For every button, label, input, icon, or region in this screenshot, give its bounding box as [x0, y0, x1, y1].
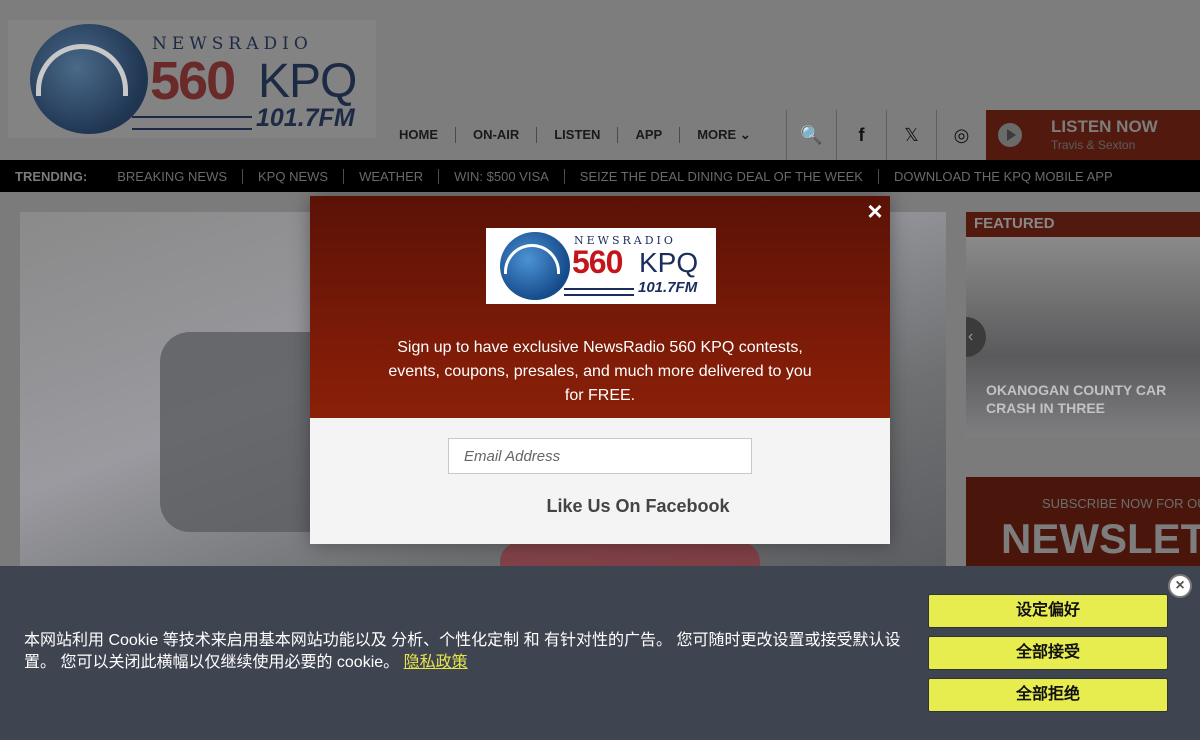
privacy-policy-link[interactable]: 隐私政策 [404, 654, 468, 671]
nav-more-label: MORE [697, 127, 737, 142]
newsletter-subtitle: SUBSCRIBE NOW FOR OUR [1042, 496, 1200, 511]
featured-caption[interactable]: OKANOGAN COUNTY CAR CRASH IN THREE [986, 381, 1200, 417]
site-header: NEWSRADIO 560 KPQ 101.7FM HOME ON-AIR LI… [0, 0, 1200, 160]
newsletter-title: NEWSLETTE [1001, 515, 1200, 562]
cookie-message: 本网站利用 Cookie 等技术来启用基本网站功能以及 分析、个性化定制 和 有… [24, 630, 906, 674]
logo-callsign: KPQ [258, 55, 357, 108]
waves-icon [564, 288, 634, 296]
listen-now-button[interactable]: LISTEN NOW Travis & Sexton [986, 110, 1200, 160]
cookie-banner: × 本网站利用 Cookie 等技术来启用基本网站功能以及 分析、个性化定制 和… [0, 566, 1200, 740]
nav-on-air[interactable]: ON-AIR [456, 127, 538, 143]
chevron-down-icon: ⌄ [739, 127, 751, 142]
listen-now-show: Travis & Sexton [1051, 138, 1136, 152]
cookie-preferences-button[interactable]: 设定偏好 [928, 594, 1168, 628]
close-icon[interactable]: × [862, 198, 888, 224]
x-icon[interactable]: 𝕏 [886, 110, 936, 160]
signup-modal: × NEWSRADIO 560 KPQ 101.7FM Sign up to h… [310, 196, 890, 544]
listen-now-title: LISTEN NOW [1051, 117, 1158, 136]
search-icon[interactable]: 🔍 [786, 110, 836, 160]
modal-logo: NEWSRADIO 560 KPQ 101.7FM [486, 228, 716, 304]
play-icon [998, 123, 1022, 147]
featured-heading: FEATURED [966, 212, 1200, 237]
trending-item[interactable]: WIN: $500 VISA [439, 168, 565, 184]
waves-icon [132, 116, 252, 130]
trending-item[interactable]: DOWNLOAD THE KPQ MOBILE APP [879, 169, 1128, 184]
logo-frequency: 101.7FM [638, 279, 698, 296]
trending-label: TRENDING: [15, 168, 88, 184]
nav-more[interactable]: MORE ⌄ [680, 127, 768, 143]
nav-listen[interactable]: LISTEN [537, 127, 619, 143]
trending-item[interactable]: BREAKING NEWS [102, 168, 244, 184]
station-logo[interactable]: NEWSRADIO 560 KPQ 101.7FM [8, 20, 376, 138]
nav-app[interactable]: APP [618, 127, 681, 143]
logo-number: 560 [572, 244, 623, 280]
nav-icon-bar: 🔍 f 𝕏 ◎ [786, 110, 986, 160]
logo-callsign: KPQ [639, 247, 699, 278]
facebook-like-link[interactable]: Like Us On Facebook [310, 496, 966, 517]
trending-item[interactable]: SEIZE THE DEAL DINING DEAL OF THE WEEK [565, 168, 879, 184]
trending-item[interactable]: WEATHER [344, 168, 440, 184]
logo-number: 560 [150, 51, 236, 111]
email-field[interactable] [448, 438, 752, 474]
facebook-icon[interactable]: f [836, 110, 886, 160]
cookie-accept-all-button[interactable]: 全部接受 [928, 636, 1168, 670]
close-icon[interactable]: × [1168, 574, 1192, 598]
modal-description: Sign up to have exclusive NewsRadio 560 … [388, 339, 812, 404]
nav-home[interactable]: HOME [382, 127, 456, 143]
logo-frequency: 101.7FM [256, 104, 355, 132]
trending-item[interactable]: KPQ NEWS [243, 168, 345, 184]
cookie-reject-all-button[interactable]: 全部拒绝 [928, 678, 1168, 712]
modal-header: × NEWSRADIO 560 KPQ 101.7FM Sign up to h… [310, 196, 890, 418]
trending-bar: TRENDING: BREAKING NEWS KPQ NEWS WEATHER… [0, 160, 1200, 192]
newsletter-promo[interactable]: SUBSCRIBE NOW FOR OUR NEWSLETTE [966, 477, 1200, 577]
instagram-icon[interactable]: ◎ [936, 110, 986, 160]
